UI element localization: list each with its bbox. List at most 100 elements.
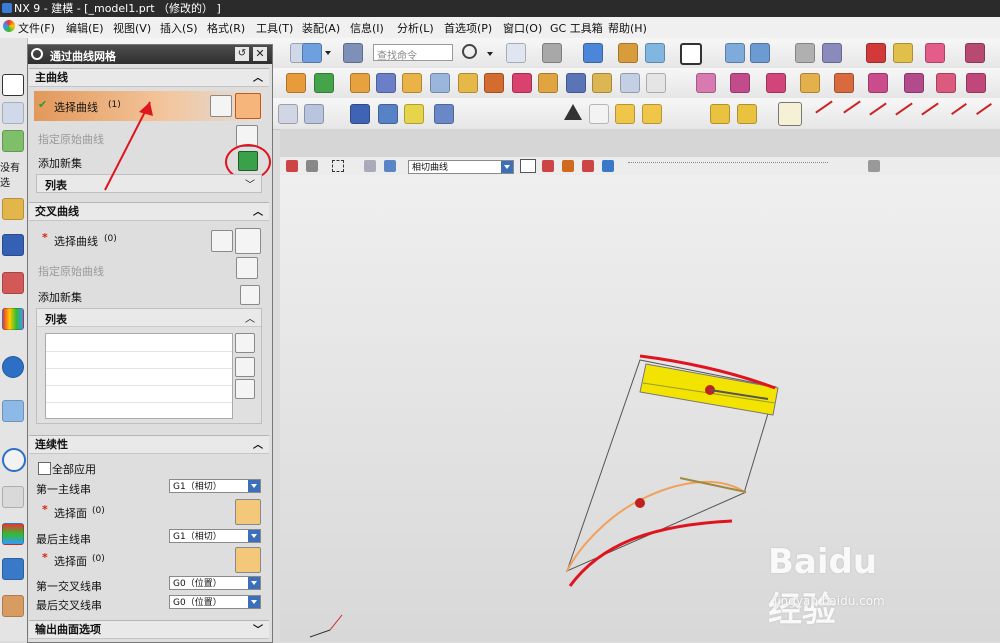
snap-icon-1[interactable] (520, 159, 536, 173)
apply-all-checkbox[interactable] (38, 462, 51, 475)
last-primary-select[interactable]: G1（相切） (169, 529, 261, 543)
move-up-icon[interactable] (235, 357, 255, 377)
remove-icon[interactable] (235, 333, 255, 353)
motion-icon[interactable] (925, 43, 945, 63)
curve-icon-8[interactable] (642, 104, 662, 124)
menu-view[interactable]: 视图(V) (113, 20, 151, 36)
search-dropdown-icon[interactable] (487, 52, 493, 56)
wave-icon[interactable] (750, 43, 770, 63)
cross-curve-pick-icon[interactable] (211, 230, 233, 252)
line-icon-5[interactable] (921, 102, 939, 116)
feature-icon-5[interactable] (402, 73, 422, 93)
filter-icon-2[interactable] (306, 160, 318, 172)
resource-icon-6[interactable] (2, 272, 24, 294)
menu-file[interactable]: 文件(F) (18, 20, 55, 36)
menu-preferences[interactable]: 首选项(P) (444, 20, 492, 36)
line-icon[interactable] (815, 100, 833, 114)
clock-icon[interactable] (2, 448, 26, 472)
curve-pick-icon[interactable] (210, 95, 232, 117)
rectangle-select-icon[interactable] (332, 160, 344, 172)
curve-icon-4[interactable] (378, 104, 398, 124)
menu-help[interactable]: 帮助(H) (608, 20, 647, 36)
resource-icon-12[interactable] (2, 595, 24, 617)
line-icon-6[interactable] (951, 103, 967, 115)
feature-icon-21[interactable] (904, 73, 924, 93)
curve-icon-10[interactable] (737, 104, 757, 124)
feature-icon-3[interactable] (350, 73, 370, 93)
feature-icon-15[interactable] (696, 73, 716, 93)
snap-points-row[interactable] (628, 162, 828, 165)
feature-icon-14[interactable] (646, 73, 666, 93)
move-down-icon[interactable] (235, 379, 255, 399)
cross-list-header[interactable]: 列表 ︿ (37, 309, 261, 327)
curve-icon-3[interactable] (350, 104, 370, 124)
face-select-icon-1[interactable] (235, 499, 261, 525)
shading-icon[interactable] (542, 43, 562, 63)
background-icon[interactable] (680, 43, 702, 65)
feature-icon-4[interactable] (376, 73, 396, 93)
close-icon[interactable]: ✕ (253, 47, 267, 61)
menu-tools[interactable]: 工具(T) (256, 20, 293, 36)
cross-curve-rule-icon[interactable] (235, 228, 261, 254)
curve-icon-9[interactable] (710, 104, 730, 124)
resource-icon-3[interactable] (2, 130, 24, 152)
snap-icon-4[interactable] (582, 160, 594, 172)
curve-icon-6[interactable] (434, 104, 454, 124)
command-finder-icon[interactable] (343, 43, 363, 63)
feature-icon-16[interactable] (730, 73, 750, 93)
snap-icon-6[interactable] (868, 160, 880, 172)
resource-icon-2[interactable] (2, 102, 24, 124)
resource-icon-1[interactable] (2, 74, 24, 96)
tool-icon[interactable] (893, 43, 913, 63)
feature-icon-18[interactable] (800, 73, 820, 93)
feature-icon-12[interactable] (592, 73, 612, 93)
snap-icon-2[interactable] (542, 160, 554, 172)
cross-origin-curve-icon[interactable] (236, 257, 258, 279)
feature-icon-23[interactable] (966, 73, 986, 93)
continuity-header[interactable]: 连续性 ︿ (29, 435, 269, 454)
feature-icon-10[interactable] (538, 73, 558, 93)
menu-window[interactable]: 窗口(O) (503, 20, 542, 36)
output-surface-header[interactable]: 输出曲面选项 ﹀ (29, 620, 269, 639)
curve-rule-icon[interactable] (235, 93, 261, 119)
curve-icon-7[interactable] (615, 104, 635, 124)
cross-icon[interactable] (965, 43, 985, 63)
snap-icon-5[interactable] (602, 160, 614, 172)
feature-icon-2[interactable] (314, 73, 334, 93)
search-icon[interactable] (462, 44, 477, 59)
move-icon[interactable] (725, 43, 745, 63)
assembly-icon[interactable] (822, 43, 842, 63)
feature-icon-17[interactable] (766, 73, 786, 93)
view-icon[interactable] (645, 43, 665, 63)
feature-icon-22[interactable] (936, 73, 956, 93)
grid-icon[interactable] (302, 43, 322, 63)
menu-format[interactable]: 格式(R) (207, 20, 245, 36)
snap-icon-3[interactable] (562, 160, 574, 172)
menu-information[interactable]: 信息(I) (350, 20, 384, 36)
curve-icon-11[interactable] (778, 102, 802, 126)
feature-icon-11[interactable] (566, 73, 586, 93)
menu-assembly[interactable]: 装配(A) (302, 20, 340, 36)
graphics-window[interactable]: Baidu经验 jingyan.baidu.com (280, 175, 1000, 641)
curve-icon-5[interactable] (404, 104, 424, 124)
feature-icon-9[interactable] (512, 73, 532, 93)
line-icon-7[interactable] (976, 103, 992, 115)
command-search-box[interactable]: 查找命令 (373, 44, 453, 62)
cross-curves-header[interactable]: 交叉曲线 ︿ (29, 202, 269, 221)
curve-rule-select[interactable]: 相切曲线 (408, 160, 514, 174)
reset-icon[interactable]: ↺ (235, 47, 249, 61)
resource-icon-7[interactable] (2, 308, 24, 330)
line-icon-4[interactable] (895, 102, 913, 116)
filter-icon-3[interactable] (364, 160, 376, 172)
last-cross-select[interactable]: G0（位置） (169, 595, 261, 609)
resource-icon-8[interactable] (2, 400, 24, 422)
triangle-icon[interactable] (564, 104, 582, 120)
analysis-icon[interactable] (866, 43, 886, 63)
resource-icon-5[interactable] (2, 234, 24, 256)
cross-add-new-set-icon[interactable] (240, 285, 260, 305)
resource-icon-9[interactable] (2, 486, 24, 508)
primary-curves-header[interactable]: 主曲线 ︿ (29, 68, 269, 87)
curve-icon-1[interactable] (278, 104, 298, 124)
cube-icon[interactable] (583, 43, 603, 63)
menu-analysis[interactable]: 分析(L) (397, 20, 434, 36)
